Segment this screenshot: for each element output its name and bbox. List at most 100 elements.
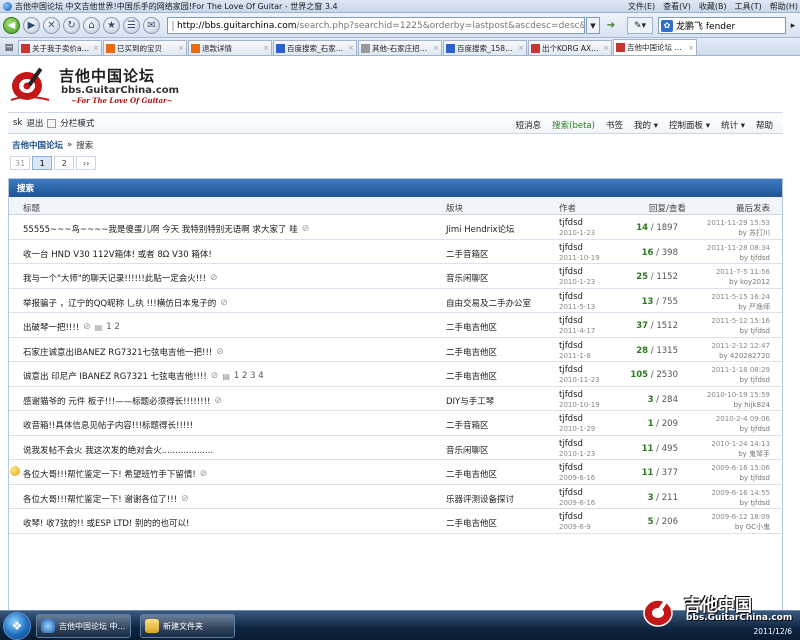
history-icon[interactable]: ☰ (123, 16, 140, 34)
author-link[interactable]: tjfdsd (559, 292, 595, 302)
tab-item[interactable]: 关于我于卖价ak设...× (18, 40, 102, 55)
last-post-time[interactable]: 2010-1-24 14:13 (711, 439, 770, 449)
thread-title-link[interactable]: 石家庄诚意出IBANEZ RG7321七弦电吉他一把!!! (23, 346, 212, 358)
last-post-time[interactable]: 2011-11-28 08:34 (707, 243, 770, 253)
mail-icon[interactable]: ✉ (143, 16, 160, 34)
breadcrumb-home[interactable]: 吉他中国论坛 (12, 139, 63, 151)
thread-page-links[interactable]: 1 2 3 4 (234, 371, 264, 381)
last-post-author[interactable]: 鬼琴手 (749, 450, 770, 458)
page-link-current[interactable]: 1 (32, 156, 53, 170)
search-go-icon[interactable]: ▸ (787, 17, 799, 34)
thread-title-link[interactable]: 感谢猫爷的 元件 板子!!!——标题必须得长!!!!!!!! (23, 395, 210, 407)
refresh-icon[interactable]: ↻ (63, 16, 80, 34)
thread-title-link[interactable]: 我与一个"大师"的聊天记录!!!!!!此贴一定会火!!! (23, 272, 206, 284)
web-search-box[interactable]: ✿ (658, 17, 786, 34)
forum-link[interactable]: 自由交易及二手办公室 (446, 297, 531, 309)
tab-close-icon[interactable]: × (518, 44, 524, 52)
last-post-author[interactable]: 严逸师 (749, 303, 770, 311)
thread-title-link[interactable]: 收一台 HND V30 112V箱体! 或者 8Ω V30 箱体! (23, 248, 212, 260)
nav-mine[interactable]: 我的 ▾ (634, 119, 658, 131)
tab-item[interactable]: 其他-石家庄招聘训...× (358, 40, 442, 55)
forward-arrow-icon[interactable]: ▶ (23, 16, 40, 34)
favorites-star-icon[interactable]: ★ (103, 16, 120, 34)
nav-search[interactable]: 搜索(beta) (552, 119, 595, 131)
menu-favorites[interactable]: 收藏(B) (699, 1, 727, 12)
address-dropdown-icon[interactable]: ▼ (586, 17, 600, 34)
last-post-author[interactable]: koy2012 (740, 278, 770, 286)
forum-link[interactable]: 二手电吉他区 (446, 346, 497, 358)
menu-help[interactable]: 帮助(H) (770, 1, 798, 12)
forum-link[interactable]: DIY与手工琴 (446, 395, 494, 407)
last-post-author[interactable]: tjfdsd (750, 376, 770, 384)
last-post-time[interactable]: 2011-5-15 16:24 (711, 292, 770, 302)
forum-link[interactable]: 二手电吉他区 (446, 321, 497, 333)
last-post-author[interactable]: 苏打川 (749, 229, 770, 237)
menu-file[interactable]: 文件(E) (628, 1, 655, 12)
site-logo[interactable]: 吉他中国论坛 bbs.GuitarChina.com ~For The Love… (9, 60, 199, 108)
thread-title-link[interactable]: 说我发帖不会火 我这次发的绝对会火................... (23, 444, 213, 456)
tab-close-icon[interactable]: × (93, 44, 99, 52)
page-next[interactable]: ›› (76, 156, 97, 170)
last-post-author[interactable]: tjfdsd (750, 499, 770, 507)
menu-view[interactable]: 查看(V) (663, 1, 691, 12)
nav-control-panel[interactable]: 控制面板 ▾ (669, 119, 710, 131)
tab-close-icon[interactable]: × (688, 44, 694, 52)
last-post-time[interactable]: 2010-10-19 15:59 (707, 390, 770, 400)
last-post-time[interactable]: 2011-7-5 11:56 (716, 267, 770, 277)
start-button-icon[interactable]: ❖ (3, 612, 31, 640)
taskbar-browser-task[interactable]: 吉他中国论坛 中... (36, 614, 131, 638)
thread-title-link[interactable]: 各位大哥!!!帮忙鉴定一下! 谢谢各位了!!! (23, 493, 177, 505)
author-link[interactable]: tjfdsd (559, 463, 595, 473)
stop-icon[interactable]: ✕ (43, 16, 60, 34)
author-link[interactable]: tjfdsd (559, 218, 595, 228)
thread-title-link[interactable]: 各位大哥!!!帮忙鉴定一下! 希望班竹手下留情! (23, 468, 196, 480)
last-post-time[interactable]: 2009-6-12 18:09 (711, 512, 770, 522)
author-link[interactable]: tjfdsd (559, 390, 600, 400)
taskbar-folder-task[interactable]: 新建文件夹 (140, 614, 235, 638)
last-post-author[interactable]: 420282720 (730, 352, 770, 360)
home-icon[interactable]: ⌂ (83, 16, 100, 34)
last-post-time[interactable]: 2011-2-12 12:47 (711, 341, 770, 351)
tab-close-icon[interactable]: × (178, 44, 184, 52)
web-search-input[interactable] (676, 20, 776, 31)
nav-bookmarks[interactable]: 书签 (606, 119, 623, 131)
nav-help[interactable]: 帮助 (756, 119, 773, 131)
author-link[interactable]: tjfdsd (559, 243, 600, 253)
tab-item[interactable]: 出个KORG AX150...× (528, 40, 612, 55)
tab-item-active[interactable]: 吉他中国论坛 中... × (613, 39, 697, 55)
last-post-time[interactable]: 2011-11-29 15:53 (707, 218, 770, 228)
forum-link[interactable]: 音乐闲聊区 (446, 272, 489, 284)
thread-title-link[interactable]: 出破琴一把!!!! (23, 321, 79, 333)
author-link[interactable]: tjfdsd (559, 341, 591, 351)
tab-item[interactable]: 退款详情 × (188, 40, 272, 55)
back-arrow-icon[interactable]: ◀ (3, 16, 20, 34)
last-post-time[interactable]: 2011-5-12 15:16 (711, 316, 770, 326)
tab-menu-icon[interactable]: ▤ (2, 41, 16, 55)
last-post-time[interactable]: 2009-6-16 15:06 (711, 463, 770, 473)
author-link[interactable]: tjfdsd (559, 439, 595, 449)
page-link[interactable]: 2 (54, 156, 75, 170)
split-mode-link[interactable]: 分栏模式 (60, 117, 94, 129)
split-mode-checkbox-icon[interactable] (47, 118, 57, 128)
baidu-paw-icon[interactable]: ✿ (661, 19, 673, 32)
thread-title-link[interactable]: 收琴! 收7弦的!! 或ESP LTD! 别的的也可以! (23, 517, 189, 529)
last-post-author[interactable]: tjfdsd (750, 327, 770, 335)
last-post-author[interactable]: tjfdsd (750, 425, 770, 433)
last-post-author[interactable]: hijk824 (744, 401, 770, 409)
last-post-time[interactable]: 2011-1-18 08:29 (711, 365, 770, 375)
author-link[interactable]: tjfdsd (559, 316, 595, 326)
address-bar[interactable]: http://bbs.guitarchina.com/search.php?se… (167, 17, 585, 34)
last-post-author[interactable]: GC小鬼 (746, 523, 770, 531)
forum-link[interactable]: 乐器评测设备探讨 (446, 493, 514, 505)
author-link[interactable]: tjfdsd (559, 488, 595, 498)
tab-close-icon[interactable]: × (348, 44, 354, 52)
forum-link[interactable]: 二手电吉他区 (446, 517, 497, 529)
nav-messages[interactable]: 短消息 (516, 119, 542, 131)
tab-item[interactable]: 百度搜索_石家庄 醒...× (273, 40, 357, 55)
thread-page-links[interactable]: 1 2 (106, 322, 120, 332)
tools-wrench-icon[interactable]: ✎▾ (627, 17, 653, 34)
forum-link[interactable]: 二手电吉他区 (446, 468, 497, 480)
author-link[interactable]: tjfdsd (559, 365, 600, 375)
menu-tools[interactable]: 工具(T) (735, 1, 762, 12)
last-post-time[interactable]: 2009-6-16 14:55 (711, 488, 770, 498)
